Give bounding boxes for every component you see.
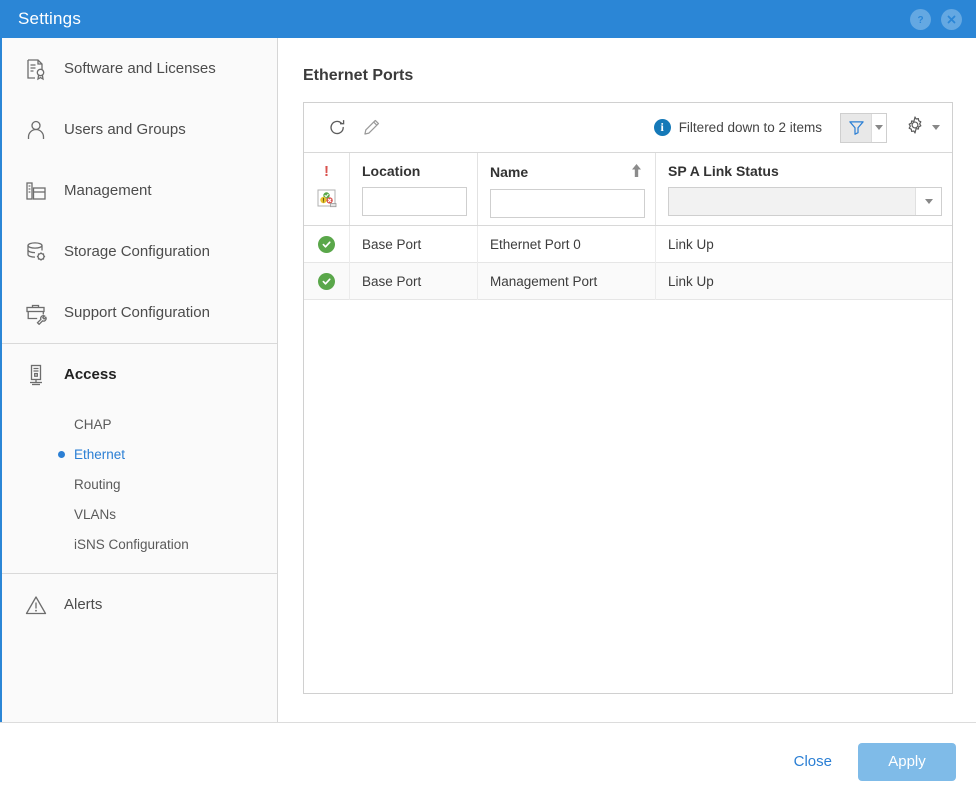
sidebar-subitem-vlans[interactable]: VLANs — [2, 499, 277, 529]
management-server-icon — [22, 177, 50, 205]
sidebar-subitem-label: CHAP — [74, 416, 112, 432]
sidebar-subitem-label: Ethernet — [74, 446, 126, 462]
close-button[interactable]: Close — [776, 745, 850, 778]
sidebar-group-access: Access CHAP Ethernet Routing VLANs iSNS … — [2, 344, 277, 574]
bullet-icon — [56, 481, 63, 488]
sidebar-item-label: Management — [64, 182, 152, 199]
sidebar: Software and Licenses Users and Groups M… — [0, 38, 278, 722]
info-icon: i — [653, 119, 671, 136]
sidebar-item-label: Access — [64, 366, 117, 383]
row-name-cell: Management Port — [478, 262, 656, 300]
row-location-cell: Base Port — [350, 262, 478, 300]
status-ok-icon — [318, 235, 335, 253]
sidebar-group-main: Software and Licenses Users and Groups M… — [2, 38, 277, 344]
chevron-down-icon[interactable] — [915, 188, 941, 215]
table-header-status-label: ! — [324, 163, 329, 180]
toolbar-right: i Filtered down to 2 items — [653, 112, 940, 143]
sidebar-subitem-chap[interactable]: CHAP — [2, 409, 277, 439]
table-header-link-status: SP A Link Status — [656, 153, 952, 225]
location-filter-input[interactable] — [362, 187, 467, 216]
gear-settings-icon[interactable] — [905, 115, 925, 140]
table-header-link-status-label: SP A Link Status — [668, 163, 779, 179]
sidebar-item-label: Users and Groups — [64, 121, 186, 138]
table-header-name: Name — [478, 153, 656, 225]
name-filter-input[interactable] — [490, 189, 645, 218]
apply-button[interactable]: Apply — [858, 742, 956, 781]
sidebar-subitem-ethernet[interactable]: Ethernet — [2, 439, 277, 469]
toolbox-wrench-icon — [22, 299, 50, 327]
row-location-cell: Base Port — [350, 225, 478, 263]
sidebar-item-management[interactable]: Management — [2, 160, 277, 221]
warning-triangle-icon — [22, 591, 50, 619]
license-document-icon — [22, 55, 50, 83]
filter-status-text: Filtered down to 2 items — [678, 120, 822, 135]
sidebar-item-users-and-groups[interactable]: Users and Groups — [2, 99, 277, 160]
table-header-row: ! Location Name SP A Link Status — [304, 153, 952, 226]
bullet-icon — [56, 511, 63, 518]
dialog-footer: Close Apply — [0, 722, 976, 800]
sidebar-group-alerts: Alerts — [2, 574, 277, 635]
sidebar-subitem-label: Routing — [74, 476, 121, 492]
table-row[interactable]: Base Port Management Port Link Up — [304, 262, 952, 300]
sidebar-item-support-configuration[interactable]: Support Configuration — [2, 282, 277, 343]
sidebar-item-alerts[interactable]: Alerts — [2, 574, 277, 635]
svg-text:?: ? — [917, 15, 923, 26]
refresh-icon[interactable] — [320, 111, 354, 145]
table-row[interactable]: Base Port Ethernet Port 0 Link Up — [304, 225, 952, 263]
row-status-cell — [304, 225, 350, 263]
link-status-filter-select[interactable] — [668, 187, 942, 216]
page-title: Ethernet Ports — [303, 67, 414, 84]
help-circle-icon[interactable]: ? — [910, 8, 931, 30]
title-bar: Settings ? — [0, 0, 976, 38]
table-header-status: ! — [304, 153, 350, 225]
sidebar-subitem-isns-configuration[interactable]: iSNS Configuration — [2, 529, 277, 559]
table-empty-area — [304, 300, 952, 692]
settings-button[interactable] — [905, 115, 940, 140]
sidebar-item-label: Alerts — [64, 596, 103, 613]
row-status-cell — [304, 262, 350, 300]
close-circle-icon[interactable] — [941, 8, 962, 30]
chevron-down-icon — [875, 125, 883, 130]
sidebar-item-storage-configuration[interactable]: Storage Configuration — [2, 221, 277, 282]
main-content: Ethernet Ports i Filtered down to 2 item… — [279, 38, 976, 722]
chevron-down-icon — [932, 125, 940, 130]
sidebar-subitems: CHAP Ethernet Routing VLANs iSNS Configu… — [2, 405, 277, 573]
sidebar-item-software-and-licenses[interactable]: Software and Licenses — [2, 38, 277, 99]
table-header-location-label: Location — [362, 163, 421, 179]
pencil-edit-icon[interactable] — [354, 111, 388, 145]
access-server-icon — [22, 361, 50, 389]
window-title: Settings — [18, 9, 82, 28]
ethernet-ports-panel: i Filtered down to 2 items ! Location Na… — [303, 102, 953, 694]
status-filter-icon[interactable] — [304, 189, 349, 209]
user-icon — [22, 116, 50, 144]
table-header-location: Location — [350, 153, 478, 225]
bullet-icon — [56, 421, 63, 428]
sidebar-item-label: Software and Licenses — [64, 60, 216, 77]
row-link-status-cell: Link Up — [668, 236, 714, 252]
storage-gear-icon — [22, 238, 50, 266]
table-header-name-label: Name — [490, 164, 529, 180]
filter-button[interactable] — [840, 112, 887, 143]
bullet-icon — [56, 541, 63, 548]
ethernet-ports-table: ! Location Name SP A Link Status Base Po… — [304, 153, 952, 692]
row-name-cell: Ethernet Port 0 — [478, 225, 656, 263]
status-ok-icon — [318, 272, 335, 290]
filter-dropdown-arrow[interactable] — [871, 113, 886, 142]
sidebar-item-access[interactable]: Access — [2, 344, 277, 405]
row-link-status-cell: Link Up — [668, 273, 714, 289]
sort-ascending-icon[interactable] — [630, 163, 643, 181]
sidebar-subitem-label: iSNS Configuration — [74, 536, 189, 552]
sidebar-subitem-routing[interactable]: Routing — [2, 469, 277, 499]
bullet-icon — [58, 450, 65, 458]
table-toolbar: i Filtered down to 2 items — [304, 103, 952, 153]
sidebar-subitem-label: VLANs — [74, 506, 117, 522]
window-controls: ? — [910, 0, 962, 38]
settings-dialog: Settings ? Software and Licenses Users a… — [0, 0, 976, 800]
sidebar-item-label: Storage Configuration — [64, 243, 210, 260]
sidebar-item-label: Support Configuration — [64, 304, 210, 321]
funnel-filter-icon[interactable] — [841, 113, 871, 142]
